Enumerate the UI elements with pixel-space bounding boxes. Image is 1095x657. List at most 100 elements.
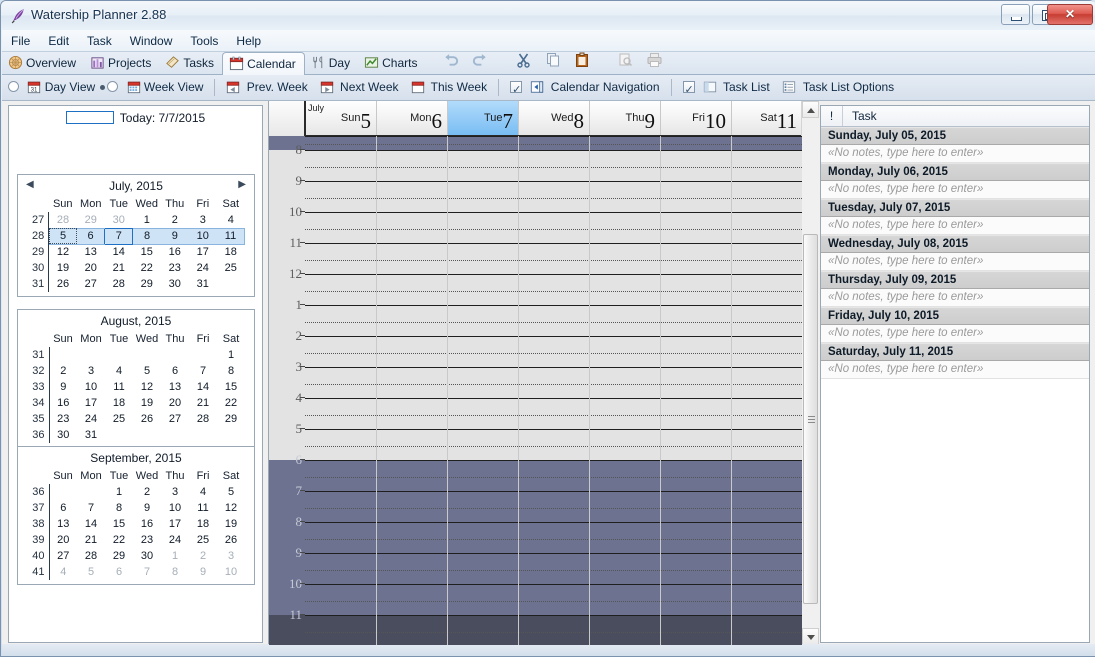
mini-month-day[interactable]: 9	[133, 500, 161, 516]
mini-month-day[interactable]: 9	[49, 379, 77, 395]
tab-calendar[interactable]: Calendar	[222, 52, 305, 76]
mini-month-day[interactable]: 10	[188, 227, 217, 245]
mini-month-day[interactable]: 3	[217, 548, 245, 564]
tab-charts[interactable]: Charts	[358, 52, 425, 75]
mini-month-day[interactable]: 6	[105, 564, 133, 580]
mini-month-day[interactable]: 4	[49, 564, 77, 580]
tab-projects[interactable]: Projects	[84, 52, 159, 75]
task-list-note-placeholder[interactable]: «No notes, type here to enter»	[821, 217, 1089, 235]
task-list-options-button[interactable]: Task List Options	[776, 75, 901, 101]
scroll-down-button[interactable]	[802, 628, 819, 645]
day-header-mon[interactable]: Mon6	[376, 101, 447, 135]
mini-month-day[interactable]: 31	[189, 276, 217, 292]
hour-row[interactable]	[305, 553, 802, 584]
hour-row[interactable]	[305, 305, 802, 336]
mini-month-day[interactable]: 19	[49, 260, 77, 276]
mini-month-day[interactable]: 1	[217, 347, 245, 363]
mini-month-day[interactable]: 8	[132, 227, 161, 245]
mini-month-day[interactable]: 24	[161, 532, 189, 548]
close-button[interactable]: ✕	[1047, 4, 1093, 25]
mini-month-day[interactable]: 18	[189, 516, 217, 532]
week-number[interactable]: 36	[27, 427, 50, 443]
week-number[interactable]: 36	[27, 484, 50, 500]
week-number[interactable]: 34	[27, 395, 50, 411]
mini-month-week-row[interactable]: 28 5 6 7 8 9 10 11	[26, 227, 246, 245]
mini-month-week-row[interactable]: 41 4 5 6 7 8 9 10	[27, 564, 245, 580]
mini-month-day[interactable]: 29	[105, 548, 133, 564]
scrollbar-thumb[interactable]	[803, 234, 818, 604]
mini-month-day[interactable]: 16	[161, 244, 189, 260]
mini-month-day[interactable]: 17	[189, 244, 217, 260]
tab-tasks[interactable]: Tasks	[159, 52, 222, 75]
mini-month-day[interactable]: 28	[77, 548, 105, 564]
day-header-tue[interactable]: Tue7	[447, 101, 518, 135]
day-header-wed[interactable]: Wed8	[518, 101, 589, 135]
menu-window[interactable]: Window	[121, 30, 182, 52]
mini-month-day[interactable]: 10	[217, 564, 245, 580]
mini-month-day[interactable]: 3	[189, 212, 217, 228]
mini-month-day[interactable]: 25	[217, 260, 245, 276]
mini-month-day[interactable]: 6	[161, 363, 189, 379]
calendar-grid-scroll[interactable]: 8 9 10 11 12 1 2 3 4 5 6 7 8 9 10 11	[269, 136, 802, 645]
day-view-radio[interactable]: 31 Day View	[2, 75, 101, 101]
tab-day[interactable]: Day	[305, 52, 358, 75]
day-header-sun[interactable]: Sun5	[305, 101, 376, 135]
mini-month-day[interactable]: 22	[105, 532, 133, 548]
mini-month-day[interactable]: 10	[77, 379, 105, 395]
mini-month-day[interactable]: 7	[189, 363, 217, 379]
mini-month-day[interactable]: 18	[217, 244, 245, 260]
hour-row[interactable]	[305, 181, 802, 212]
mini-month-day[interactable]: 4	[105, 363, 133, 379]
task-list-note-placeholder[interactable]: «No notes, type here to enter»	[821, 181, 1089, 199]
week-number[interactable]: 35	[27, 411, 50, 427]
mini-month-week-row[interactable]: 36 30 31	[27, 427, 245, 443]
hour-row[interactable]	[305, 584, 802, 615]
hour-row[interactable]	[305, 274, 802, 305]
mini-month-day[interactable]: 13	[49, 516, 77, 532]
mini-month-day[interactable]: 11	[105, 379, 133, 395]
hour-row[interactable]	[305, 460, 802, 491]
mini-month-day[interactable]: 28	[189, 411, 217, 427]
mini-month-day[interactable]: 24	[77, 411, 105, 427]
scroll-up-button[interactable]	[802, 101, 819, 118]
minimize-button[interactable]	[1001, 4, 1030, 25]
task-priority-column-header[interactable]: !	[821, 106, 843, 126]
mini-month-week-row[interactable]: 33 9 10 11 12 13 14 15	[27, 379, 245, 395]
mini-month-day[interactable]: 3	[77, 363, 105, 379]
mini-month-day[interactable]: 10	[161, 500, 189, 516]
mini-month-day[interactable]: 21	[189, 395, 217, 411]
redo-icon[interactable]	[471, 52, 495, 71]
mini-month-day[interactable]: 6	[49, 500, 77, 516]
mini-month-week-row[interactable]: 32 2 3 4 5 6 7 8	[27, 363, 245, 379]
mini-month-day[interactable]: 5	[77, 564, 105, 580]
menu-help[interactable]: Help	[227, 30, 270, 52]
task-list-day-header[interactable]: Friday, July 10, 2015	[821, 307, 1089, 325]
mini-month-day[interactable]: 30	[161, 276, 189, 292]
mini-month-day[interactable]: 12	[133, 379, 161, 395]
hour-row[interactable]	[305, 491, 802, 522]
mini-month-day[interactable]: 13	[161, 379, 189, 395]
mini-month-day[interactable]: 22	[217, 395, 245, 411]
hour-row[interactable]	[305, 336, 802, 367]
tab-overview[interactable]: Overview	[2, 52, 84, 75]
task-column-header[interactable]: Task	[844, 106, 877, 126]
task-list-day-header[interactable]: Monday, July 06, 2015	[821, 163, 1089, 181]
task-list-toggle[interactable]: Task List	[677, 75, 776, 103]
mini-month-day[interactable]: 15	[133, 244, 161, 260]
print-icon[interactable]	[646, 52, 670, 71]
menu-edit[interactable]: Edit	[39, 30, 78, 52]
mini-month-day[interactable]: 1	[133, 212, 161, 228]
undo-icon[interactable]	[443, 52, 467, 71]
task-list-day-header[interactable]: Sunday, July 05, 2015	[821, 127, 1089, 145]
mini-month-day[interactable]: 1	[161, 548, 189, 564]
mini-month-day[interactable]: 4	[189, 484, 217, 500]
mini-month-week-row[interactable]: 31 26 27 28 29 30 31	[26, 276, 245, 292]
mini-month-week-row[interactable]: 38 13 14 15 16 17 18 19	[27, 516, 245, 532]
mini-month-day[interactable]: 29	[217, 411, 245, 427]
week-view-radio[interactable]: Week View	[101, 75, 209, 101]
hour-row[interactable]	[305, 615, 802, 645]
mini-month-day[interactable]: 20	[77, 260, 105, 276]
task-list-note-placeholder[interactable]: «No notes, type here to enter»	[821, 253, 1089, 271]
task-list-day-header[interactable]: Saturday, July 11, 2015	[821, 343, 1089, 361]
mini-month-day[interactable]: 20	[161, 395, 189, 411]
